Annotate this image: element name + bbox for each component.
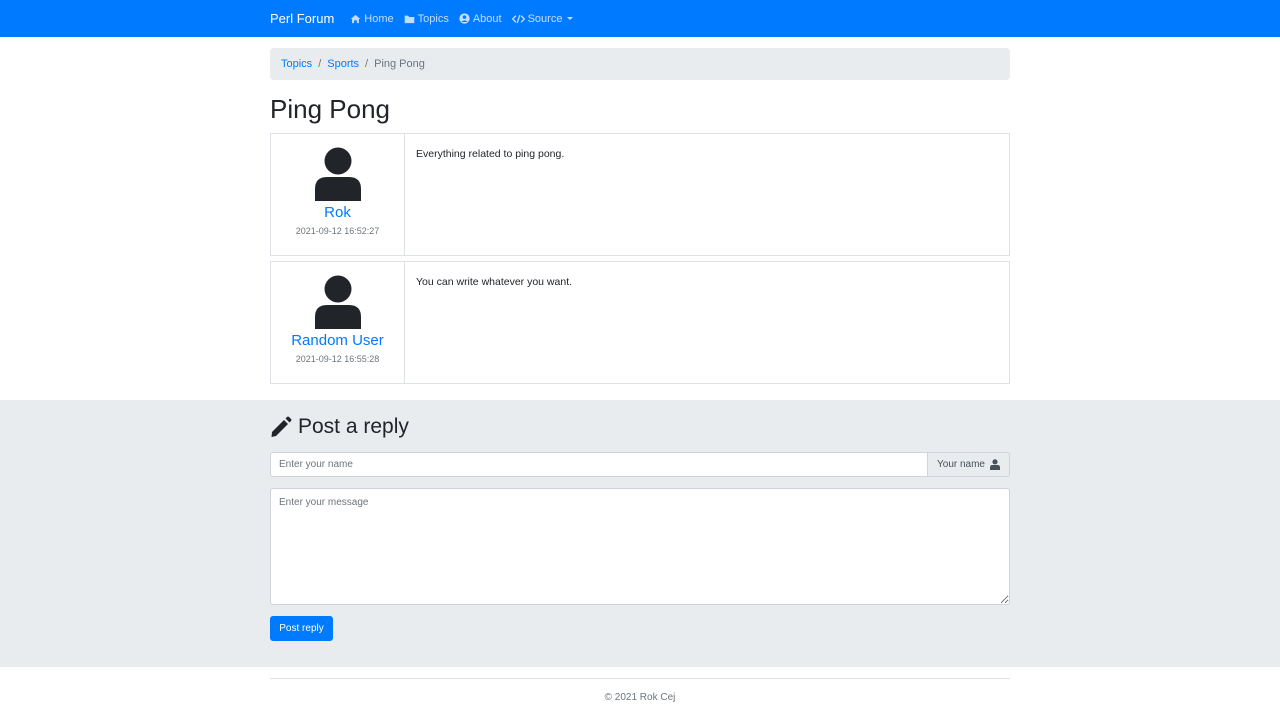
reply-title: Post a reply — [270, 415, 409, 439]
nav-topics-label: Topics — [417, 12, 449, 25]
brand-link[interactable]: Perl Forum — [270, 11, 334, 26]
breadcrumb: Topics / Sports / Ping Pong — [270, 48, 1010, 80]
post-date: 2021-09-12 16:55:28 — [295, 354, 380, 364]
post-reply-button[interactable]: Post reply — [270, 616, 333, 641]
chevron-down-icon — [567, 17, 574, 20]
breadcrumb-sports[interactable]: Sports — [327, 58, 359, 70]
nav-about-label: About — [472, 12, 502, 25]
name-addon: Your name — [928, 452, 1010, 477]
navbar: Perl Forum Home Topics About Source — [0, 0, 1280, 37]
home-icon — [350, 14, 361, 23]
post-body: Everything related to ping pong. — [416, 148, 565, 160]
post-card: Rok 2021-09-12 16:52:27 Everything relat… — [270, 133, 1010, 256]
nav-topics-link[interactable]: Topics — [404, 13, 449, 25]
post-author-name[interactable]: Rok — [324, 204, 351, 222]
nav-home-link[interactable]: Home — [350, 12, 394, 25]
breadcrumb-current: Ping Pong — [374, 58, 425, 70]
page-title: Ping Pong — [270, 94, 390, 124]
nav-source-dropdown[interactable]: Source — [511, 12, 574, 25]
nav-source-label: Source — [527, 12, 563, 25]
user-icon — [990, 459, 1000, 470]
code-icon — [511, 14, 525, 23]
reply-title-text: Post a reply — [298, 415, 409, 438]
breadcrumb-separator: / — [365, 58, 369, 70]
footer-copyright: © 2021 Rok Cej — [604, 692, 676, 703]
name-input[interactable] — [270, 452, 928, 477]
user-avatar-icon — [314, 275, 361, 329]
nav-about-link[interactable]: About — [459, 13, 502, 25]
folder-icon — [404, 15, 414, 23]
post-card: Random User 2021-09-12 16:55:28 You can … — [270, 261, 1010, 384]
post-author-panel: Rok 2021-09-12 16:52:27 — [271, 134, 405, 255]
name-input-group: Your name — [270, 452, 1010, 477]
post-date: 2021-09-12 16:52:27 — [295, 226, 380, 236]
name-addon-label: Your name — [937, 459, 985, 470]
footer-divider — [270, 678, 1010, 679]
post-author-panel: Random User 2021-09-12 16:55:28 — [271, 262, 405, 383]
post-body: You can write whatever you want. — [416, 276, 573, 288]
post-author-name[interactable]: Random User — [291, 332, 384, 350]
pencil-icon — [271, 416, 292, 437]
breadcrumb-separator: / — [318, 58, 322, 70]
message-textarea[interactable] — [270, 488, 1010, 605]
breadcrumb-topics[interactable]: Topics — [281, 58, 312, 70]
user-avatar-icon — [314, 147, 361, 201]
nav-home-label: Home — [364, 12, 394, 25]
user-circle-icon — [459, 13, 470, 24]
